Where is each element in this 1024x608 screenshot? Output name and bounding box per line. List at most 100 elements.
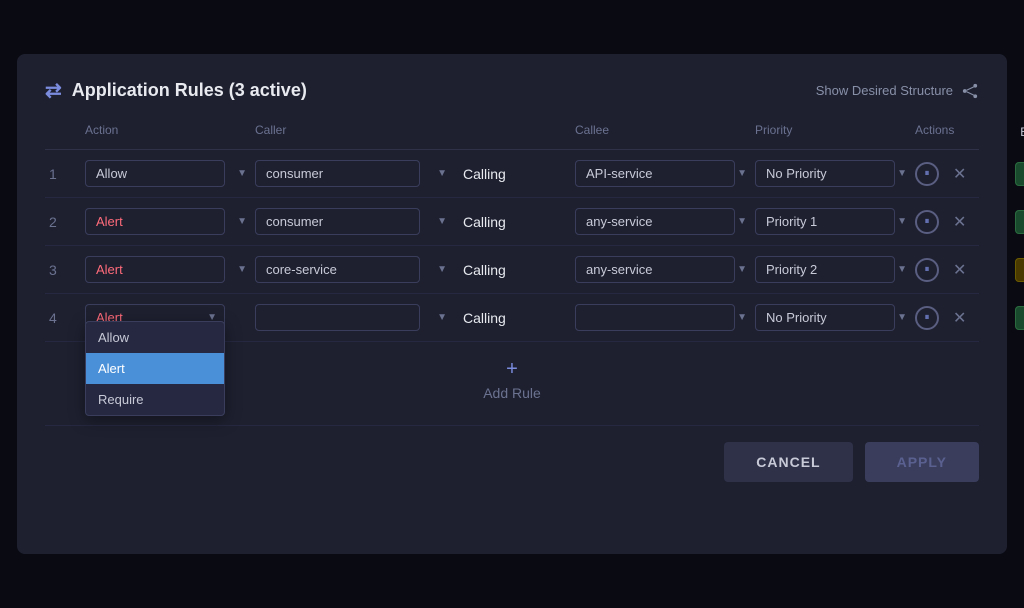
execute-dry-run-label: Execute Dry Run [1020, 125, 1024, 139]
table-header: Action Caller Callee Priority Actions Ex… [45, 123, 979, 150]
table-row: 3 Allow Alert Require ▼ consumer core-se… [45, 246, 979, 294]
col-header-caller: Caller [255, 123, 455, 141]
rules-icon: ⇄ [45, 78, 62, 103]
actions-cell-1: ⏸ ✕ [915, 162, 1015, 186]
priority-arrow-3: ▼ [897, 264, 907, 275]
callee-cell-1: API-service any-service ▼ [575, 160, 755, 187]
modal-header: ⇄ Application Rules (3 active) Show Desi… [45, 78, 979, 103]
priority-arrow-2: ▼ [897, 216, 907, 227]
row-number-4: 4 [45, 310, 85, 326]
todo-badge-text-3: 5 TODO's [1015, 258, 1024, 282]
todo-badge-4[interactable]: no TODO's [1015, 309, 1024, 327]
calling-text-4: Calling [455, 310, 575, 326]
caller-select-4[interactable]: consumer core-service [255, 304, 420, 331]
callee-select-4[interactable]: API-service any-service [575, 304, 735, 331]
caller-arrow-1: ▼ [437, 168, 447, 179]
modal-title-group: ⇄ Application Rules (3 active) [45, 78, 307, 103]
caller-select-1[interactable]: consumer core-service [255, 160, 420, 187]
delete-button-2[interactable]: ✕ [949, 210, 970, 234]
table-row: 2 Allow Alert Require ▼ consumer core-se… [45, 198, 979, 246]
modal-footer: CANCEL APPLY [45, 425, 979, 498]
caller-cell-1: consumer core-service ▼ [255, 160, 455, 187]
modal-overlay: ⇄ Application Rules (3 active) Show Desi… [0, 0, 1024, 608]
row-number-2: 2 [45, 214, 85, 230]
action-arrow-1: ▼ [237, 168, 247, 179]
cancel-button[interactable]: CANCEL [724, 442, 852, 482]
todo-badge-3[interactable]: 5 TODO's [1015, 261, 1024, 279]
actions-cell-4: ⏸ ✕ [915, 306, 1015, 330]
callee-arrow-1: ▼ [737, 168, 747, 179]
add-rule-icon: + [506, 358, 518, 381]
dropdown-option-alert[interactable]: Alert [86, 353, 224, 384]
caller-cell-3: consumer core-service ▼ [255, 256, 455, 283]
dropdown-option-require[interactable]: Require [86, 384, 224, 415]
action-arrow-3: ▼ [237, 264, 247, 275]
application-rules-modal: ⇄ Application Rules (3 active) Show Desi… [17, 54, 1007, 554]
caller-cell-4: consumer core-service ▼ [255, 304, 455, 331]
structure-icon [961, 82, 979, 100]
calling-text-2: Calling [455, 214, 575, 230]
todo-badge-text-2: no TODO's [1015, 210, 1024, 234]
priority-select-1[interactable]: No Priority Priority 1 Priority 2 [755, 160, 895, 187]
priority-arrow-4: ▼ [897, 312, 907, 323]
action-select-1[interactable]: Allow Alert Require [85, 160, 225, 187]
pause-button-3[interactable]: ⏸ [915, 258, 939, 282]
priority-cell-2: No Priority Priority 1 Priority 2 ▼ [755, 208, 915, 235]
apply-button[interactable]: APPLY [865, 442, 979, 482]
priority-select-3[interactable]: No Priority Priority 1 Priority 2 [755, 256, 895, 283]
col-header-callee: Callee [575, 123, 755, 141]
caller-arrow-4: ▼ [437, 312, 447, 323]
actions-cell-2: ⏸ ✕ [915, 210, 1015, 234]
priority-cell-1: No Priority Priority 1 Priority 2 ▼ [755, 160, 915, 187]
add-rule-label: Add Rule [483, 385, 541, 401]
row-number-1: 1 [45, 166, 85, 182]
caller-select-3[interactable]: consumer core-service [255, 256, 420, 283]
actions-cell-3: ⏸ ✕ [915, 258, 1015, 282]
callee-arrow-2: ▼ [737, 216, 747, 227]
col-header-action: Action [85, 123, 255, 141]
pause-button-1[interactable]: ⏸ [915, 162, 939, 186]
callee-arrow-4: ▼ [737, 312, 747, 323]
dropdown-option-allow[interactable]: Allow [86, 322, 224, 353]
pause-button-2[interactable]: ⏸ [915, 210, 939, 234]
callee-select-1[interactable]: API-service any-service [575, 160, 735, 187]
caller-arrow-3: ▼ [437, 264, 447, 275]
delete-button-4[interactable]: ✕ [949, 306, 970, 330]
calling-text-3: Calling [455, 262, 575, 278]
caller-select-2[interactable]: consumer core-service [255, 208, 420, 235]
todo-badge-1[interactable]: no TODO's [1015, 165, 1024, 183]
callee-arrow-3: ▼ [737, 264, 747, 275]
action-select-2[interactable]: Allow Alert Require [85, 208, 225, 235]
table-row: 4 Allow Alert Require ▼ Allow Alert Requ… [45, 294, 979, 342]
delete-button-1[interactable]: ✕ [949, 162, 970, 186]
callee-select-2[interactable]: API-service any-service [575, 208, 735, 235]
todo-badge-2[interactable]: no TODO's [1015, 213, 1024, 231]
action-cell-2: Allow Alert Require ▼ [85, 208, 255, 235]
action-cell-3: Allow Alert Require ▼ [85, 256, 255, 283]
todo-badge-text-4: no TODO's [1015, 306, 1024, 330]
action-arrow-2: ▼ [237, 216, 247, 227]
callee-select-3[interactable]: API-service any-service [575, 256, 735, 283]
callee-cell-3: API-service any-service ▼ [575, 256, 755, 283]
todo-badge-text-1: no TODO's [1015, 162, 1024, 186]
col-header-actions: Actions [915, 123, 1015, 141]
modal-title-text: Application Rules (3 active) [72, 80, 307, 101]
action-cell-4: Allow Alert Require ▼ Allow Alert Requir… [85, 304, 255, 331]
pause-button-4[interactable]: ⏸ [915, 306, 939, 330]
priority-select-4[interactable]: No Priority Priority 1 Priority 2 [755, 304, 895, 331]
priority-cell-3: No Priority Priority 1 Priority 2 ▼ [755, 256, 915, 283]
callee-cell-4: API-service any-service ▼ [575, 304, 755, 331]
delete-button-3[interactable]: ✕ [949, 258, 970, 282]
caller-arrow-2: ▼ [437, 216, 447, 227]
show-structure-button[interactable]: Show Desired Structure [816, 82, 979, 100]
priority-arrow-1: ▼ [897, 168, 907, 179]
action-dropdown-menu-4: Allow Alert Require [85, 321, 225, 416]
priority-cell-4: No Priority Priority 1 Priority 2 ▼ [755, 304, 915, 331]
execute-dry-run-button[interactable]: Execute Dry Run [1020, 123, 1024, 141]
row-number-3: 3 [45, 262, 85, 278]
col-header-priority: Priority [755, 123, 915, 141]
priority-select-2[interactable]: No Priority Priority 1 Priority 2 [755, 208, 895, 235]
calling-text-1: Calling [455, 166, 575, 182]
caller-cell-2: consumer core-service ▼ [255, 208, 455, 235]
action-select-3[interactable]: Allow Alert Require [85, 256, 225, 283]
